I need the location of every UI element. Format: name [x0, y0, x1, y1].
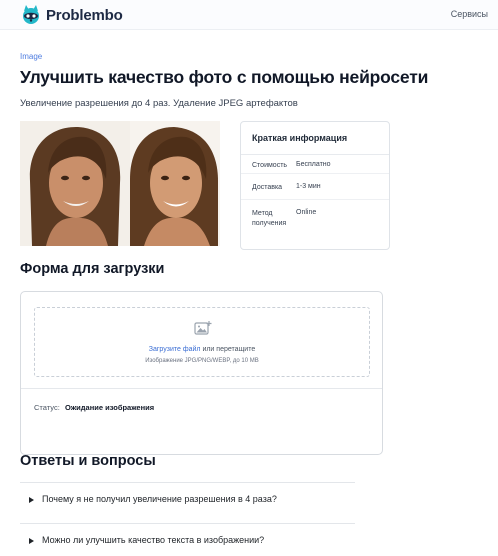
upload-form: Загрузите файл или перетащите Изображени… — [20, 291, 383, 455]
status-value: Ожидание изображения — [65, 403, 155, 412]
after-photo — [130, 121, 220, 246]
faq-item[interactable]: Почему я не получил увеличение разрешени… — [20, 482, 355, 522]
status-label: Статус: — [34, 403, 60, 412]
before-after-photos — [20, 121, 220, 246]
info-row-price: Стоимость Бесплатно — [241, 155, 389, 174]
upload-section-heading: Форма для загрузки — [20, 261, 165, 277]
category-label[interactable]: Image — [20, 52, 42, 61]
before-photo — [20, 121, 130, 246]
info-row-method: Метод получения Online — [241, 200, 389, 249]
top-navigation-bar: Problembo Сервисы — [0, 0, 498, 30]
services-link[interactable]: Сервисы — [451, 9, 488, 19]
triangle-right-icon — [29, 538, 34, 544]
info-card: Краткая информация Стоимость Бесплатно Д… — [240, 121, 390, 250]
faq-heading: Ответы и вопросы — [20, 453, 156, 469]
page-subtitle: Увеличение разрешения до 4 раз. Удаление… — [20, 98, 298, 109]
image-upload-icon — [194, 321, 212, 335]
info-row-delivery: Доставка 1-3 мин — [241, 174, 389, 200]
info-key: Стоимость — [252, 162, 288, 169]
info-key: Метод получения — [252, 210, 287, 227]
triangle-right-icon — [29, 497, 34, 503]
faq-question: Можно ли улучшить качество текста в изоб… — [42, 535, 265, 545]
brand-logo[interactable]: Problembo — [20, 4, 123, 26]
dropzone-prompt: Загрузите файл или перетащите — [35, 346, 369, 353]
faq-question: Почему я не получил увеличение разрешени… — [42, 494, 277, 504]
info-key: Доставка — [252, 184, 283, 191]
file-dropzone[interactable]: Загрузите файл или перетащите Изображени… — [34, 307, 370, 377]
info-value: Бесплатно — [296, 161, 331, 168]
raccoon-logo-icon — [23, 5, 39, 24]
info-value: 1-3 мин — [296, 183, 321, 190]
drag-text: или перетащите — [202, 346, 256, 353]
page-title: Улучшить качество фото с помощью нейросе… — [20, 67, 429, 87]
file-format-hint: Изображение JPG/PNG/WEBP, до 10 MB — [145, 358, 259, 364]
status-bar: Статус: Ожидание изображения — [21, 388, 382, 455]
info-value: Online — [296, 209, 317, 216]
upload-file-link[interactable]: Загрузите файл — [149, 346, 201, 353]
faq-item[interactable]: Можно ли улучшить качество текста в изоб… — [20, 523, 355, 556]
info-card-title: Краткая информация — [241, 122, 389, 155]
brand-name: Problembo — [46, 6, 123, 24]
